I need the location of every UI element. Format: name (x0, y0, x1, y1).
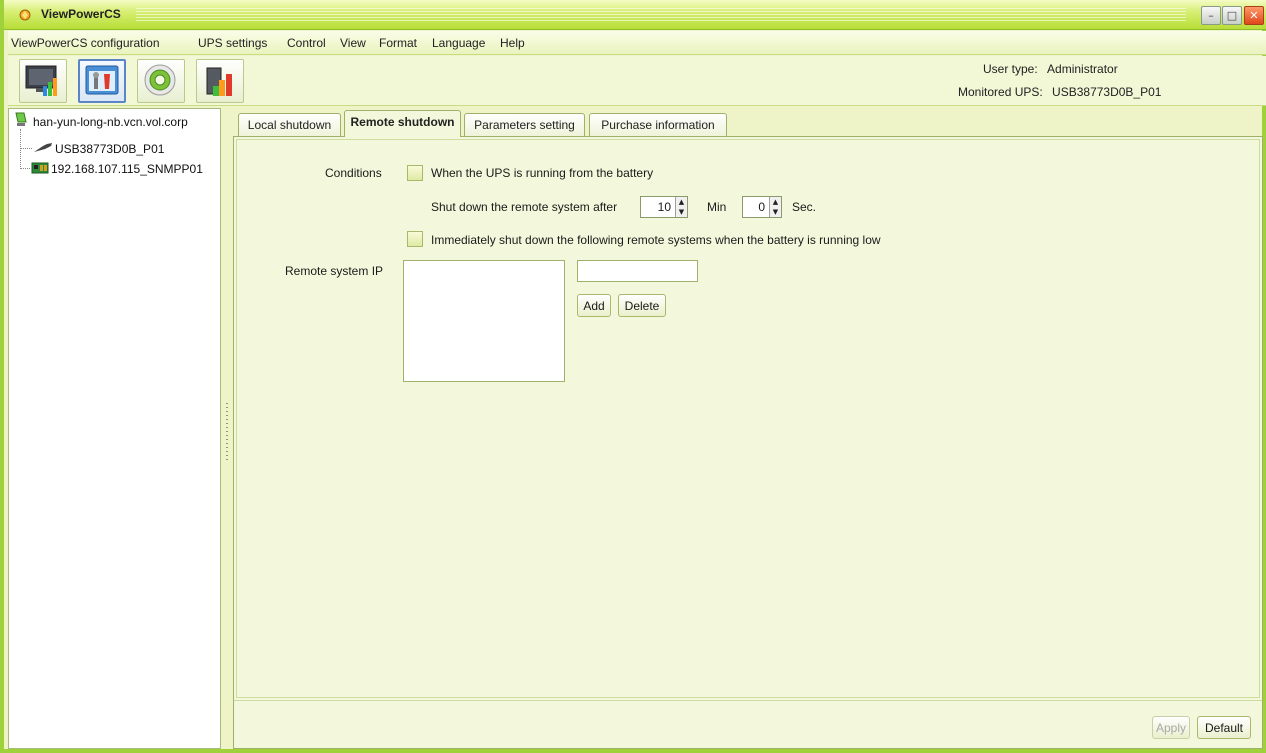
seconds-unit: Sec. (792, 200, 817, 214)
monitor-chart-icon (25, 65, 57, 96)
remote-shutdown-form: Conditions When the UPS is running from … (236, 139, 1260, 698)
app-logo-icon (19, 9, 31, 21)
monitored-ups-row: Monitored UPS: USB38773D0B_P01 (958, 85, 1161, 99)
close-button[interactable]: ✕ (1244, 6, 1264, 25)
minutes-spinner[interactable]: 10 ▲ ▼ (640, 196, 688, 218)
footer-bar: Apply Default (234, 700, 1262, 748)
minutes-arrows: ▲ ▼ (675, 197, 687, 217)
device-tree: han-yun-long-nb.vcn.vol.corp USB38773D0B… (8, 108, 221, 749)
remote-ip-input[interactable] (577, 260, 698, 282)
panel-splitter[interactable] (222, 108, 232, 749)
monitored-ups-value: USB38773D0B_P01 (1052, 85, 1162, 99)
tree-connector (20, 148, 32, 149)
log-button[interactable] (196, 59, 244, 103)
tab-local-shutdown[interactable]: Local shutdown (238, 113, 341, 136)
minutes-unit: Min (707, 200, 727, 214)
apply-button[interactable]: Apply (1152, 716, 1190, 739)
computer-icon (15, 112, 27, 126)
toolbar: User type: Administrator Monitored UPS: … (8, 56, 1266, 106)
seconds-spinner[interactable]: 0 ▲ ▼ (742, 196, 782, 218)
log-chart-icon (206, 67, 232, 96)
window-title: ViewPowerCS (41, 7, 121, 21)
control-gear-icon (144, 64, 176, 96)
spinner-down-icon[interactable]: ▼ (676, 207, 687, 217)
spinner-up-icon[interactable]: ▲ (676, 197, 687, 207)
tab-bar: Local shutdown Remote shutdown Parameter… (233, 110, 1263, 137)
battery-condition-label: When the UPS is running from the battery (431, 166, 654, 180)
spinner-up-icon[interactable]: ▲ (770, 197, 781, 207)
control-button[interactable] (137, 59, 185, 103)
add-ip-button[interactable]: Add (577, 294, 611, 317)
snmp-card-icon (31, 162, 49, 174)
maximize-icon: □ (1226, 9, 1238, 22)
tab-remote-shutdown[interactable]: Remote shutdown (344, 110, 461, 137)
low-battery-label: Immediately shut down the following remo… (431, 233, 881, 247)
menu-control[interactable]: Control (287, 36, 326, 50)
user-type-label: User type: (983, 62, 1038, 76)
tree-item-usb-ups[interactable]: USB38773D0B_P01 (55, 142, 164, 156)
usb-cable-icon (34, 143, 52, 152)
shutdown-after-label: Shut down the remote system after (431, 200, 618, 214)
tab-parameters-setting[interactable]: Parameters setting (464, 113, 585, 136)
user-type-value: Administrator (1047, 62, 1118, 76)
menu-ups-settings[interactable]: UPS settings (198, 36, 267, 50)
battery-condition-checkbox[interactable] (407, 165, 423, 181)
tree-root-host[interactable]: han-yun-long-nb.vcn.vol.corp (33, 115, 188, 129)
configuration-button[interactable] (78, 59, 126, 103)
default-button[interactable]: Default (1197, 716, 1251, 739)
title-bar-decoration (136, 8, 1186, 22)
minimize-icon: – (1208, 9, 1214, 22)
tree-connector (20, 168, 30, 169)
delete-ip-button[interactable]: Delete (618, 294, 666, 317)
low-battery-checkbox[interactable] (407, 231, 423, 247)
minimize-button[interactable]: – (1201, 6, 1221, 25)
app-window: ViewPowerCS – □ ✕ ViewPowerCS configurat… (0, 0, 1266, 753)
title-bar[interactable]: ViewPowerCS – □ ✕ (4, 0, 1266, 30)
menu-view[interactable]: View (340, 36, 366, 50)
tree-item-snmp-ups[interactable]: 192.168.107.115_SNMPP01 (51, 162, 203, 176)
seconds-arrows: ▲ ▼ (769, 197, 781, 217)
close-icon: ✕ (1249, 9, 1259, 22)
menu-language[interactable]: Language (432, 36, 485, 50)
conditions-label: Conditions (325, 166, 382, 180)
tab-purchase-information[interactable]: Purchase information (589, 113, 727, 136)
menu-help[interactable]: Help (500, 36, 525, 50)
monitor-button[interactable] (19, 59, 67, 103)
user-type-row: User type: Administrator (983, 62, 1118, 76)
monitored-ups-label: Monitored UPS: (958, 85, 1043, 99)
tree-connector (20, 129, 21, 169)
remote-shutdown-panel: Conditions When the UPS is running from … (233, 136, 1263, 749)
remote-ip-list[interactable] (403, 260, 565, 382)
configuration-tools-icon (85, 65, 119, 95)
menu-bar: ViewPowerCS configuration UPS settings C… (8, 31, 1266, 55)
remote-ip-label: Remote system IP (285, 264, 384, 278)
minutes-value: 10 (657, 200, 671, 214)
splitter-grip (226, 403, 228, 463)
seconds-value: 0 (758, 200, 765, 214)
menu-viewpower-configuration[interactable]: ViewPowerCS configuration (11, 36, 160, 50)
spinner-down-icon[interactable]: ▼ (770, 207, 781, 217)
menu-format[interactable]: Format (379, 36, 417, 50)
maximize-button[interactable]: □ (1222, 6, 1242, 25)
